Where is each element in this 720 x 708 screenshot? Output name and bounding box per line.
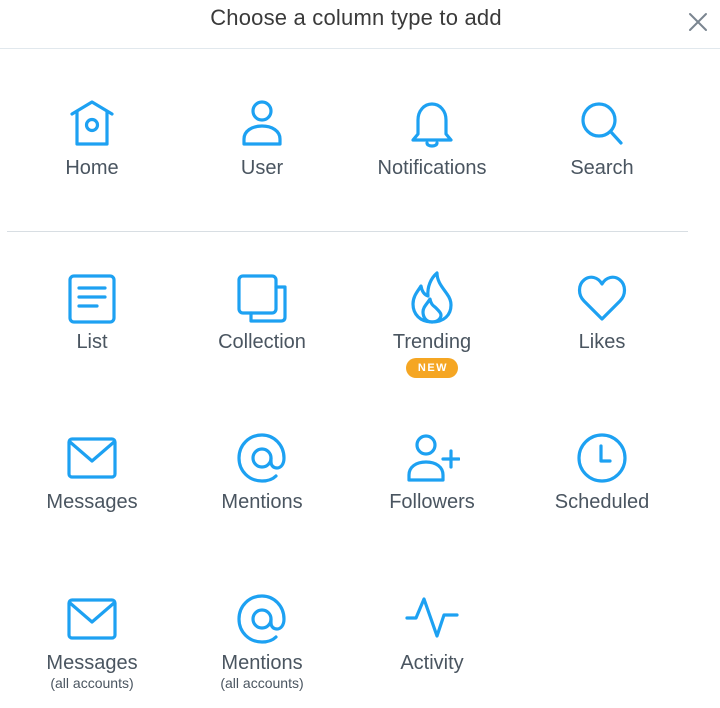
flame-icon xyxy=(404,270,460,326)
close-icon xyxy=(689,13,707,31)
scheduled-label: Scheduled xyxy=(554,491,650,513)
messages-all-label: Messages xyxy=(46,652,138,674)
messages-all-sublabel: (all accounts) xyxy=(50,675,134,691)
home-label: Home xyxy=(65,157,119,179)
notifications-label: Notifications xyxy=(377,157,487,179)
messages-label: Messages xyxy=(46,491,138,513)
envelope-icon xyxy=(64,430,120,486)
column-type-home[interactable]: Home xyxy=(7,96,177,180)
add-user-icon xyxy=(404,430,460,486)
column-type-user[interactable]: User xyxy=(177,96,347,180)
column-type-activity[interactable]: Activity xyxy=(347,591,517,675)
column-type-likes[interactable]: Likes xyxy=(517,270,687,354)
column-type-search[interactable]: Search xyxy=(517,96,687,180)
heart-icon xyxy=(574,270,630,326)
followers-label: Followers xyxy=(389,491,475,513)
collection-label: Collection xyxy=(218,331,306,353)
column-type-notifications[interactable]: Notifications xyxy=(347,96,517,180)
mentions-all-sublabel: (all accounts) xyxy=(220,675,304,691)
new-badge: NEW xyxy=(405,358,459,378)
search-label: Search xyxy=(570,157,634,179)
list-icon xyxy=(64,270,120,326)
dialog-title: Choose a column type to add xyxy=(210,5,502,30)
at-sign-icon xyxy=(234,591,290,647)
section-divider xyxy=(7,231,688,232)
search-icon xyxy=(574,96,630,152)
close-button[interactable] xyxy=(684,8,712,36)
envelope-icon xyxy=(64,591,120,647)
column-type-messages-all-accounts[interactable]: Messages (all accounts) xyxy=(7,591,177,691)
bell-icon xyxy=(404,96,460,152)
column-type-collection[interactable]: Collection xyxy=(177,270,347,354)
activity-icon xyxy=(404,591,460,647)
likes-label: Likes xyxy=(578,331,626,353)
at-sign-icon xyxy=(234,430,290,486)
column-type-trending[interactable]: Trending NEW xyxy=(347,270,517,378)
column-type-followers[interactable]: Followers xyxy=(347,430,517,514)
mentions-label: Mentions xyxy=(221,491,303,513)
column-type-mentions-all-accounts[interactable]: Mentions (all accounts) xyxy=(177,591,347,691)
home-icon xyxy=(64,96,120,152)
list-label: List xyxy=(76,331,108,353)
column-type-messages[interactable]: Messages xyxy=(7,430,177,514)
user-label: User xyxy=(240,157,284,179)
user-icon xyxy=(234,96,290,152)
column-type-list[interactable]: List xyxy=(7,270,177,354)
column-type-scheduled[interactable]: Scheduled xyxy=(517,430,687,514)
add-column-dialog: Choose a column type to add Home User No… xyxy=(0,0,720,708)
trending-label: Trending xyxy=(392,331,472,353)
dialog-header: Choose a column type to add xyxy=(0,0,720,49)
collection-icon xyxy=(234,270,290,326)
column-type-mentions[interactable]: Mentions xyxy=(177,430,347,514)
clock-icon xyxy=(574,430,630,486)
activity-label: Activity xyxy=(400,652,464,674)
mentions-all-label: Mentions xyxy=(221,652,303,674)
